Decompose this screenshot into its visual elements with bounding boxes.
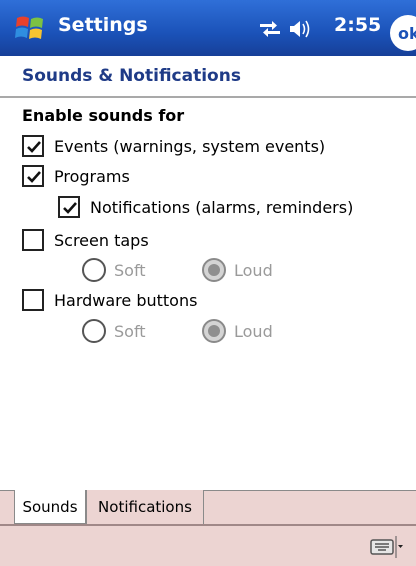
tab-bar: Sounds Notifications (0, 490, 416, 524)
keyboard-icon[interactable] (370, 536, 404, 558)
clock[interactable]: 2:55 (334, 14, 381, 36)
screen-taps-loud-option[interactable]: Loud (202, 256, 273, 284)
windows-start-icon[interactable] (14, 12, 46, 44)
events-label: Events (warnings, system events) (54, 136, 326, 156)
volume-icon[interactable] (290, 20, 310, 38)
title-bar: Settings 2:55 ok (0, 0, 416, 56)
tab-sounds[interactable]: Sounds (14, 490, 86, 524)
hardware-buttons-soft-label: Soft (114, 321, 146, 341)
hardware-buttons-label: Hardware buttons (54, 290, 198, 310)
notifications-checkbox[interactable] (58, 196, 80, 218)
events-option[interactable]: Events (warnings, system events) (22, 132, 325, 160)
page-header: Sounds & Notifications (0, 56, 416, 98)
hardware-buttons-loud-label: Loud (234, 321, 273, 341)
page-title: Sounds & Notifications (22, 66, 241, 86)
programs-option[interactable]: Programs (22, 162, 130, 190)
ok-button[interactable]: ok (390, 15, 416, 51)
notifications-label: Notifications (alarms, reminders) (90, 197, 354, 217)
screen-taps-soft-radio[interactable] (82, 258, 106, 282)
screen-taps-label: Screen taps (54, 230, 149, 250)
status-icons (260, 20, 310, 38)
checkmark-icon (27, 141, 41, 153)
screen-taps-loud-label: Loud (234, 260, 273, 280)
screen-taps-soft-option[interactable]: Soft (82, 256, 146, 284)
menu-bar (0, 524, 416, 566)
hardware-buttons-soft-radio[interactable] (82, 319, 106, 343)
section-title: Enable sounds for (22, 106, 185, 125)
programs-label: Programs (54, 166, 130, 186)
checkmark-icon (27, 171, 41, 183)
hardware-buttons-loud-option[interactable]: Loud (202, 317, 273, 345)
hardware-buttons-checkbox[interactable] (22, 289, 44, 311)
notifications-option[interactable]: Notifications (alarms, reminders) (58, 193, 353, 221)
app-title: Settings (58, 14, 148, 36)
programs-checkbox[interactable] (22, 165, 44, 187)
connectivity-icon[interactable] (260, 21, 280, 37)
screen-taps-option[interactable]: Screen taps (22, 226, 149, 254)
screen-taps-checkbox[interactable] (22, 229, 44, 251)
checkmark-icon (63, 202, 77, 214)
hardware-buttons-option[interactable]: Hardware buttons (22, 286, 197, 314)
screen-taps-loud-radio[interactable] (202, 258, 226, 282)
hardware-buttons-loud-radio[interactable] (202, 319, 226, 343)
tab-notifications[interactable]: Notifications (86, 490, 204, 524)
events-checkbox[interactable] (22, 135, 44, 157)
hardware-buttons-soft-option[interactable]: Soft (82, 317, 146, 345)
screen-taps-soft-label: Soft (114, 260, 146, 280)
